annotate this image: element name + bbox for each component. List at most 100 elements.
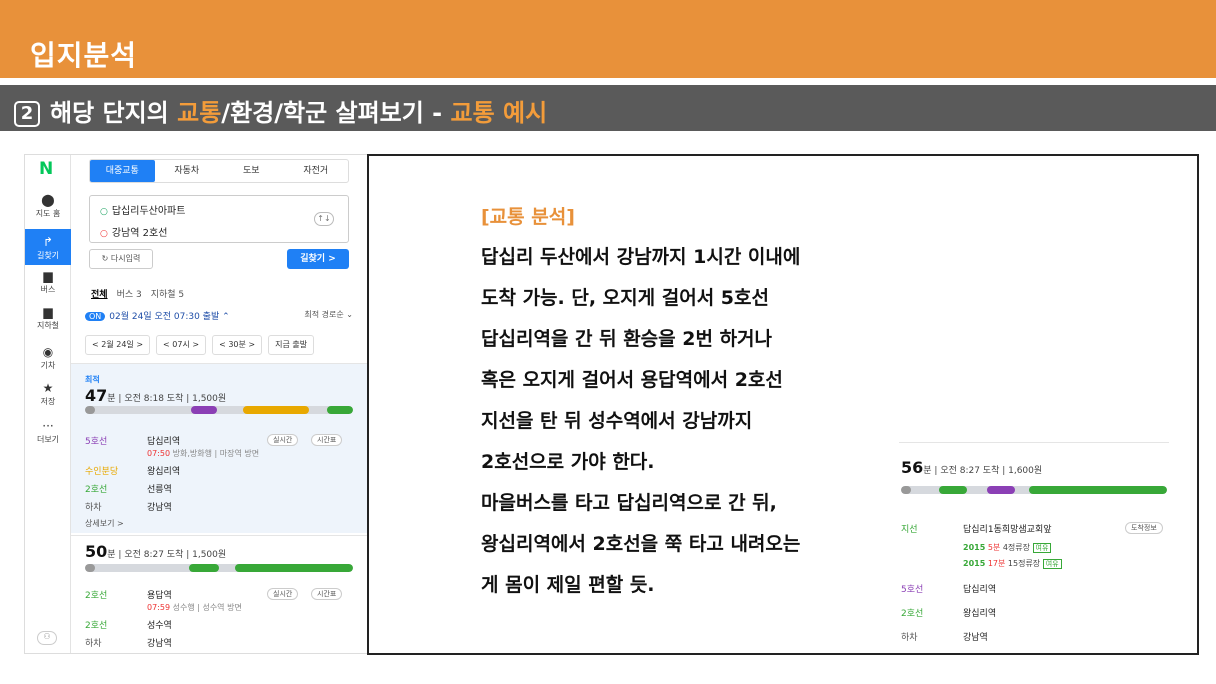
line2-segment	[235, 564, 353, 572]
tab-bus[interactable]: 버스 3	[117, 290, 142, 300]
step-row: 하차 강남역	[85, 500, 355, 514]
hour-picker[interactable]: < 07시 >	[156, 335, 207, 355]
sidebar-label: 저장	[40, 397, 56, 406]
sidebar-label: 기차	[40, 361, 56, 370]
analysis-line: 답십리 두산에서 강남까지 1시간 이내에	[481, 246, 801, 268]
tab-bike[interactable]: 자전거	[284, 160, 349, 182]
step-line: 하차	[85, 639, 102, 649]
bus-stops: 15정류장	[1007, 559, 1041, 568]
sidebar-item-subway[interactable]: ▆ 지하철	[25, 305, 71, 341]
route-summary: 56분 | 오전 8:27 도착 | 1,600원	[901, 458, 1042, 477]
route-card[interactable]: 50분 | 오전 8:27 도착 | 1,500원 2호선 용답역 실시간 시간표…	[71, 535, 367, 653]
chevron-up-icon: ⌃	[222, 312, 230, 322]
origin-text: 답십리두산아파트	[111, 206, 186, 217]
route-timeline-bar	[85, 564, 353, 572]
map-sidebar: N ⬤ 지도 홈 ↱ 길찾기 ▆ 버스 ▆ 지하철 ◉ 기차 ★ 저장 ··· 더보기 ⚇	[25, 155, 71, 653]
line2-segment	[327, 406, 353, 414]
sort-dropdown[interactable]: 최적 경로순 ⌄	[304, 309, 353, 320]
sidebar-item-home[interactable]: ⬤ 지도 홈	[25, 193, 71, 229]
duration-unit: 분	[107, 394, 116, 404]
section-banner: 입지분석	[0, 0, 1216, 78]
step-station: 왕십리역	[147, 467, 181, 477]
step-row: 하차 강남역	[901, 630, 1171, 644]
tab-all[interactable]: 전체	[91, 290, 108, 300]
step-detail: 07:50 방화,방화행 | 마장역 방면	[147, 448, 259, 459]
sort-label: 최적 경로순	[304, 310, 344, 319]
step-station: 답십리역	[963, 585, 997, 595]
best-badge: 최적	[85, 375, 100, 384]
sidebar-label: 지도 홈	[35, 209, 61, 218]
subtitle-number: 2	[14, 101, 40, 127]
chevron-down-icon: ⌄	[346, 310, 353, 319]
analysis-line: 도착 가능. 단, 오지게 걸어서 5호선	[481, 287, 769, 309]
step-row: 하차 강남역	[85, 636, 355, 650]
on-badge: ON	[85, 312, 106, 321]
duration-unit: 분	[923, 466, 932, 476]
details-link[interactable]: 상세보기 >	[85, 518, 124, 529]
bus-icon: ▆	[43, 269, 53, 283]
departure-time[interactable]: ON 02월 24일 오전 07:30 출발 ⌃	[85, 309, 230, 322]
step-station: 강남역	[147, 503, 172, 513]
step-row: 2호선 성수역	[85, 618, 355, 632]
bus-arrival: 2015 17분 15정류장 여유	[963, 558, 1062, 569]
section-title: 입지분석	[30, 39, 138, 72]
crowd-tag: 여유	[1042, 559, 1062, 569]
tab-walk[interactable]: 도보	[219, 160, 284, 182]
naver-logo[interactable]: N	[39, 159, 53, 179]
step-line: 5호선	[901, 585, 924, 595]
refresh-icon: ↻	[101, 254, 111, 263]
sidebar-item-train[interactable]: ◉ 기차	[25, 345, 71, 381]
minute-picker[interactable]: < 30분 >	[212, 335, 263, 355]
walk-segment	[85, 564, 95, 572]
realtime-button[interactable]: 실시간	[267, 588, 299, 600]
sidebar-label: 지하철	[36, 321, 60, 330]
arrival-fare: | 오전 8:18 도착 | 1,500원	[118, 394, 227, 404]
suin-segment	[243, 406, 309, 414]
timetable-button[interactable]: 시간표	[311, 434, 343, 446]
date-picker[interactable]: < 2월 24일 >	[85, 335, 151, 355]
sidebar-item-saved[interactable]: ★ 저장	[25, 381, 71, 417]
step-row: 5호선 답십리역	[901, 582, 1171, 596]
tab-transit[interactable]: 대중교통	[90, 160, 155, 182]
destination-field[interactable]: ○ 강남역 2호선	[100, 224, 167, 239]
destination-text: 강남역 2호선	[111, 228, 168, 239]
walk-segment	[901, 486, 911, 494]
realtime-button[interactable]: 실시간	[267, 434, 299, 446]
duration-minutes: 56	[901, 458, 924, 477]
step-station: 답십리1동희망샘교회앞	[963, 525, 1052, 535]
user-icon[interactable]: ⚇	[37, 631, 57, 645]
tab-car[interactable]: 자동차	[155, 160, 220, 182]
transport-mode-tabs: 대중교통 자동차 도보 자전거	[89, 159, 349, 183]
step-time: 07:59	[147, 603, 171, 612]
timetable-button[interactable]: 시간표	[311, 588, 343, 600]
bus-wait: 17분	[987, 559, 1006, 568]
reset-label: 다시입력	[110, 254, 141, 263]
step-line: 2호선	[85, 621, 108, 631]
analysis-line: 지선을 탄 뒤 성수역에서 강남까지	[481, 410, 753, 432]
step-station: 강남역	[963, 633, 988, 643]
sidebar-item-more[interactable]: ··· 더보기	[25, 419, 71, 455]
bus-number: 2015	[963, 559, 986, 568]
step-direction: 성수행 | 성수역 방면	[170, 603, 242, 612]
swap-button[interactable]: ↑↓	[314, 212, 334, 226]
bus-stops: 4정류장	[1002, 543, 1030, 552]
origin-field[interactable]: ○ 답십리두산아파트	[100, 202, 185, 217]
search-route-button[interactable]: 길찾기 >	[287, 249, 349, 269]
sidebar-label: 버스	[40, 285, 56, 294]
line5-segment	[191, 406, 217, 414]
analysis-line: 2호선으로 가야 한다.	[481, 451, 655, 473]
line2-segment	[1029, 486, 1167, 494]
result-filter-tabs: 전체 버스 3 지하철 5	[91, 287, 193, 300]
route-timeline-bar	[85, 406, 353, 414]
depart-now-button[interactable]: 지금 출발	[268, 335, 315, 355]
subtitle: 2 해당 단지의 교통/환경/학군 살펴보기 - 교통 예시	[14, 93, 547, 128]
step-line: 하차	[85, 503, 102, 513]
sidebar-item-bus[interactable]: ▆ 버스	[25, 269, 71, 305]
route-card-best[interactable]: 최적 47분 | 오전 8:18 도착 | 1,500원 5호선 답십리역 실시간…	[71, 363, 367, 533]
map-directions-screenshot: N ⬤ 지도 홈 ↱ 길찾기 ▆ 버스 ▆ 지하철 ◉ 기차 ★ 저장 ··· 더보기 ⚇ 대…	[24, 154, 368, 654]
sidebar-item-directions[interactable]: ↱ 길찾기	[25, 229, 71, 265]
tab-subway[interactable]: 지하철 5	[151, 290, 184, 300]
arrival-info-button[interactable]: 도착정보	[1125, 522, 1163, 534]
departure-text: 02월 24일 오전 07:30 출발	[109, 312, 220, 322]
reset-button[interactable]: ↻ 다시입력	[89, 249, 153, 269]
